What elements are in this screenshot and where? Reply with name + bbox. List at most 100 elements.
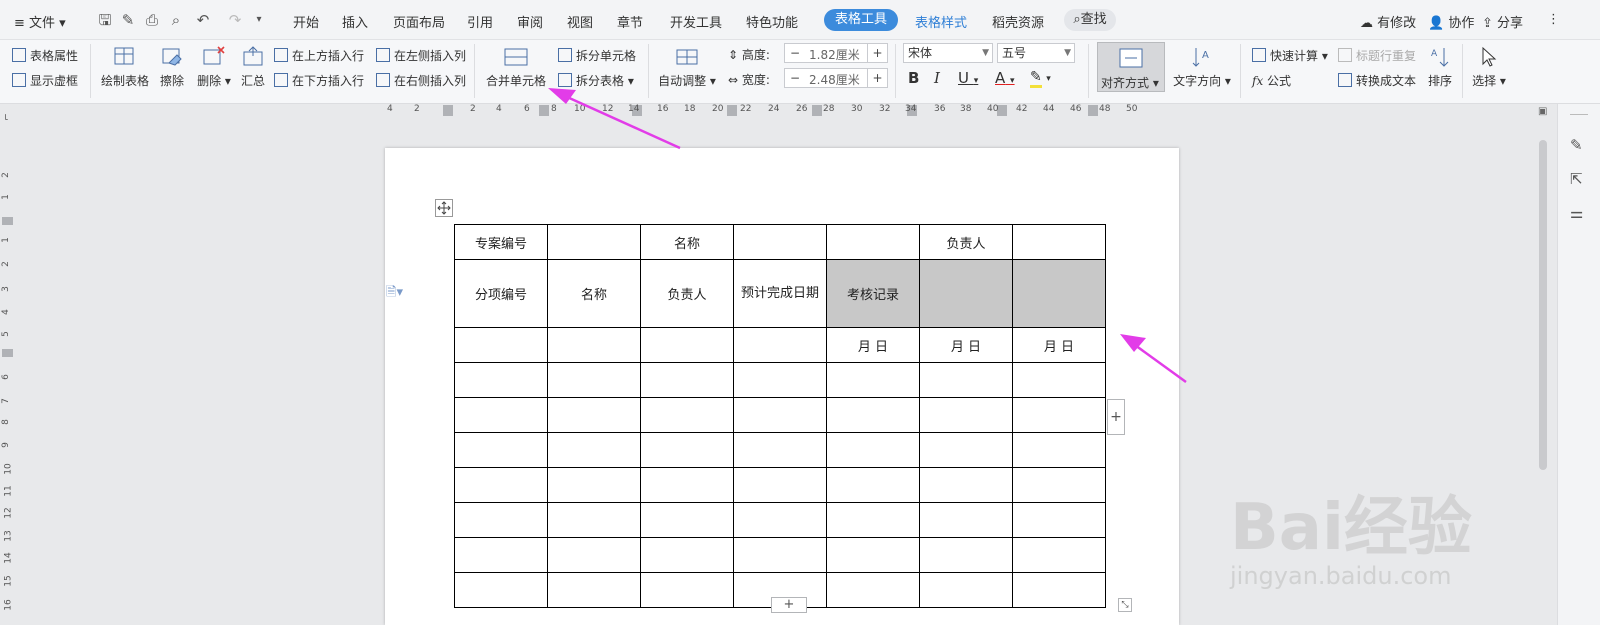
table-cell[interactable]: 名称 <box>547 259 641 328</box>
tab-references[interactable]: 引用 <box>467 12 493 31</box>
search-button[interactable]: ⌕查找 <box>1064 9 1116 31</box>
table-cell[interactable] <box>1012 432 1106 468</box>
table-cell[interactable] <box>454 397 548 433</box>
table-cell[interactable] <box>1012 259 1106 328</box>
table-cell[interactable] <box>733 362 827 398</box>
height-increment-button[interactable]: + <box>867 44 887 62</box>
table-cell[interactable] <box>454 327 548 363</box>
table-cell[interactable] <box>640 502 734 538</box>
show-gridlines-button[interactable]: 显示虚框 <box>12 72 78 89</box>
table-cell[interactable] <box>640 362 734 398</box>
table-cell[interactable] <box>547 362 641 398</box>
table-cell[interactable]: 考核记录 <box>826 259 920 328</box>
vertical-ruler[interactable]: ⌐ 2 1 1 2 3 4 5 6 7 8 9 10 11 12 13 14 1… <box>0 104 16 625</box>
insert-row-below-button[interactable]: 在下方插入行 <box>274 72 364 89</box>
table-cell[interactable] <box>547 432 641 468</box>
settings-sliders-icon[interactable]: ⚌ <box>1570 204 1583 222</box>
scroll-thumb[interactable] <box>1539 140 1547 470</box>
table-cell[interactable] <box>640 327 734 363</box>
formula-button[interactable]: fx 公式 <box>1252 72 1291 89</box>
table-cell[interactable] <box>826 537 920 573</box>
table-cell[interactable] <box>640 572 734 608</box>
paragraph-options-icon[interactable]: 🗎▾ <box>386 283 403 305</box>
height-field[interactable]: − 1.82厘米 + <box>784 43 888 63</box>
table-cell[interactable]: 专案编号 <box>454 224 548 260</box>
draw-table-button[interactable]: 绘制表格 <box>99 46 151 89</box>
customize-icon[interactable]: ▾ <box>250 11 268 29</box>
table-cell[interactable]: 预计完成日期 <box>733 259 827 328</box>
tab-page-layout[interactable]: 页面布局 <box>393 12 445 31</box>
document-table[interactable]: 专案编号 名称 负责人 分项编号 名称 负责人 预计完成日期 考核记录月 日月 日月 日 <box>454 224 1106 608</box>
resize-table-icon[interactable]: ⤡ <box>1118 598 1132 612</box>
highlight-button[interactable]: ✎ ▾ <box>1030 69 1051 88</box>
table-cell[interactable] <box>733 537 827 573</box>
bold-button[interactable]: B <box>908 69 919 87</box>
width-field[interactable]: − 2.48厘米 + <box>784 68 888 88</box>
convert-text-button[interactable]: 转换成文本 <box>1338 72 1416 89</box>
table-cell[interactable] <box>919 537 1013 573</box>
tab-home[interactable]: 开始 <box>293 12 319 31</box>
table-cell[interactable] <box>826 502 920 538</box>
table-cell[interactable] <box>640 537 734 573</box>
table-cell[interactable]: 月 日 <box>826 327 920 363</box>
table-cell[interactable] <box>733 397 827 433</box>
width-increment-button[interactable]: + <box>867 69 887 87</box>
align-button[interactable]: 对齐方式 ▾ <box>1097 42 1165 92</box>
font-size-select[interactable]: 五号 ▼ <box>997 43 1075 63</box>
table-cell[interactable] <box>919 362 1013 398</box>
table-cell[interactable] <box>547 224 641 260</box>
table-cell[interactable] <box>826 467 920 503</box>
italic-button[interactable]: I <box>934 69 940 87</box>
underline-button[interactable]: U ▾ <box>958 69 978 87</box>
insert-col-left-button[interactable]: 在左侧插入列 <box>376 47 466 64</box>
table-cell[interactable] <box>826 572 920 608</box>
table-cell[interactable] <box>1012 572 1106 608</box>
merge-cells-button[interactable]: 合并单元格 <box>484 46 548 89</box>
table-cell[interactable] <box>454 537 548 573</box>
table-cell[interactable] <box>733 432 827 468</box>
format-painter-icon[interactable]: ✎ <box>119 11 137 29</box>
horizontal-ruler[interactable]: 4 2 2 4 6 8 10 12 14 16 18 20 22 24 26 2… <box>378 104 1156 118</box>
quick-calc-button[interactable]: 快速计算 ▾ <box>1252 47 1328 64</box>
tab-table-style[interactable]: 表格样式 <box>915 12 967 31</box>
auto-fit-button[interactable]: 自动调整 ▾ <box>658 46 716 89</box>
table-cell[interactable] <box>547 572 641 608</box>
table-move-handle-icon[interactable] <box>435 199 453 217</box>
table-cell[interactable] <box>733 224 827 260</box>
table-cell[interactable] <box>1012 397 1106 433</box>
undo-icon[interactable]: ↶ <box>194 11 212 29</box>
table-cell[interactable] <box>454 502 548 538</box>
table-cell[interactable] <box>919 502 1013 538</box>
insert-col-right-button[interactable]: 在右侧插入列 <box>376 72 466 89</box>
add-row-button[interactable]: + <box>771 597 807 613</box>
table-cell[interactable]: 分项编号 <box>454 259 548 328</box>
collab-button[interactable]: 👤 协作 <box>1428 12 1474 31</box>
file-menu[interactable]: ≡ 文件 ▾ <box>14 12 66 31</box>
split-table-button[interactable]: 拆分表格 ▾ <box>558 72 634 89</box>
table-cell[interactable] <box>919 397 1013 433</box>
table-cell[interactable] <box>640 467 734 503</box>
print-preview-icon[interactable]: ⌕ <box>167 11 185 29</box>
tab-review[interactable]: 审阅 <box>517 12 543 31</box>
table-cell[interactable] <box>1012 224 1106 260</box>
tab-table-tools[interactable]: 表格工具 <box>824 9 898 31</box>
table-cell[interactable] <box>919 259 1013 328</box>
table-cell[interactable] <box>454 432 548 468</box>
sort-button[interactable]: A 排序 <box>1425 46 1455 89</box>
more-icon[interactable]: ⋮ <box>1547 12 1560 27</box>
tab-developer[interactable]: 开发工具 <box>670 12 722 31</box>
table-cell[interactable] <box>547 327 641 363</box>
table-cell[interactable] <box>826 224 920 260</box>
table-cell[interactable] <box>733 502 827 538</box>
scroll-up-icon[interactable]: ▣ <box>1538 106 1547 117</box>
insert-row-above-button[interactable]: 在上方插入行 <box>274 47 364 64</box>
share-button[interactable]: ⇪ 分享 <box>1482 12 1523 31</box>
repeat-header-button[interactable]: 标题行重复 <box>1338 47 1416 64</box>
table-cell[interactable] <box>733 327 827 363</box>
table-cell[interactable]: 负责人 <box>640 259 734 328</box>
tab-resources[interactable]: 稻壳资源 <box>992 12 1044 31</box>
tab-view[interactable]: 视图 <box>567 12 593 31</box>
table-cell[interactable] <box>1012 467 1106 503</box>
pen-icon[interactable]: ✎ <box>1570 136 1583 154</box>
select-button[interactable]: 选择 ▾ <box>1470 46 1508 89</box>
